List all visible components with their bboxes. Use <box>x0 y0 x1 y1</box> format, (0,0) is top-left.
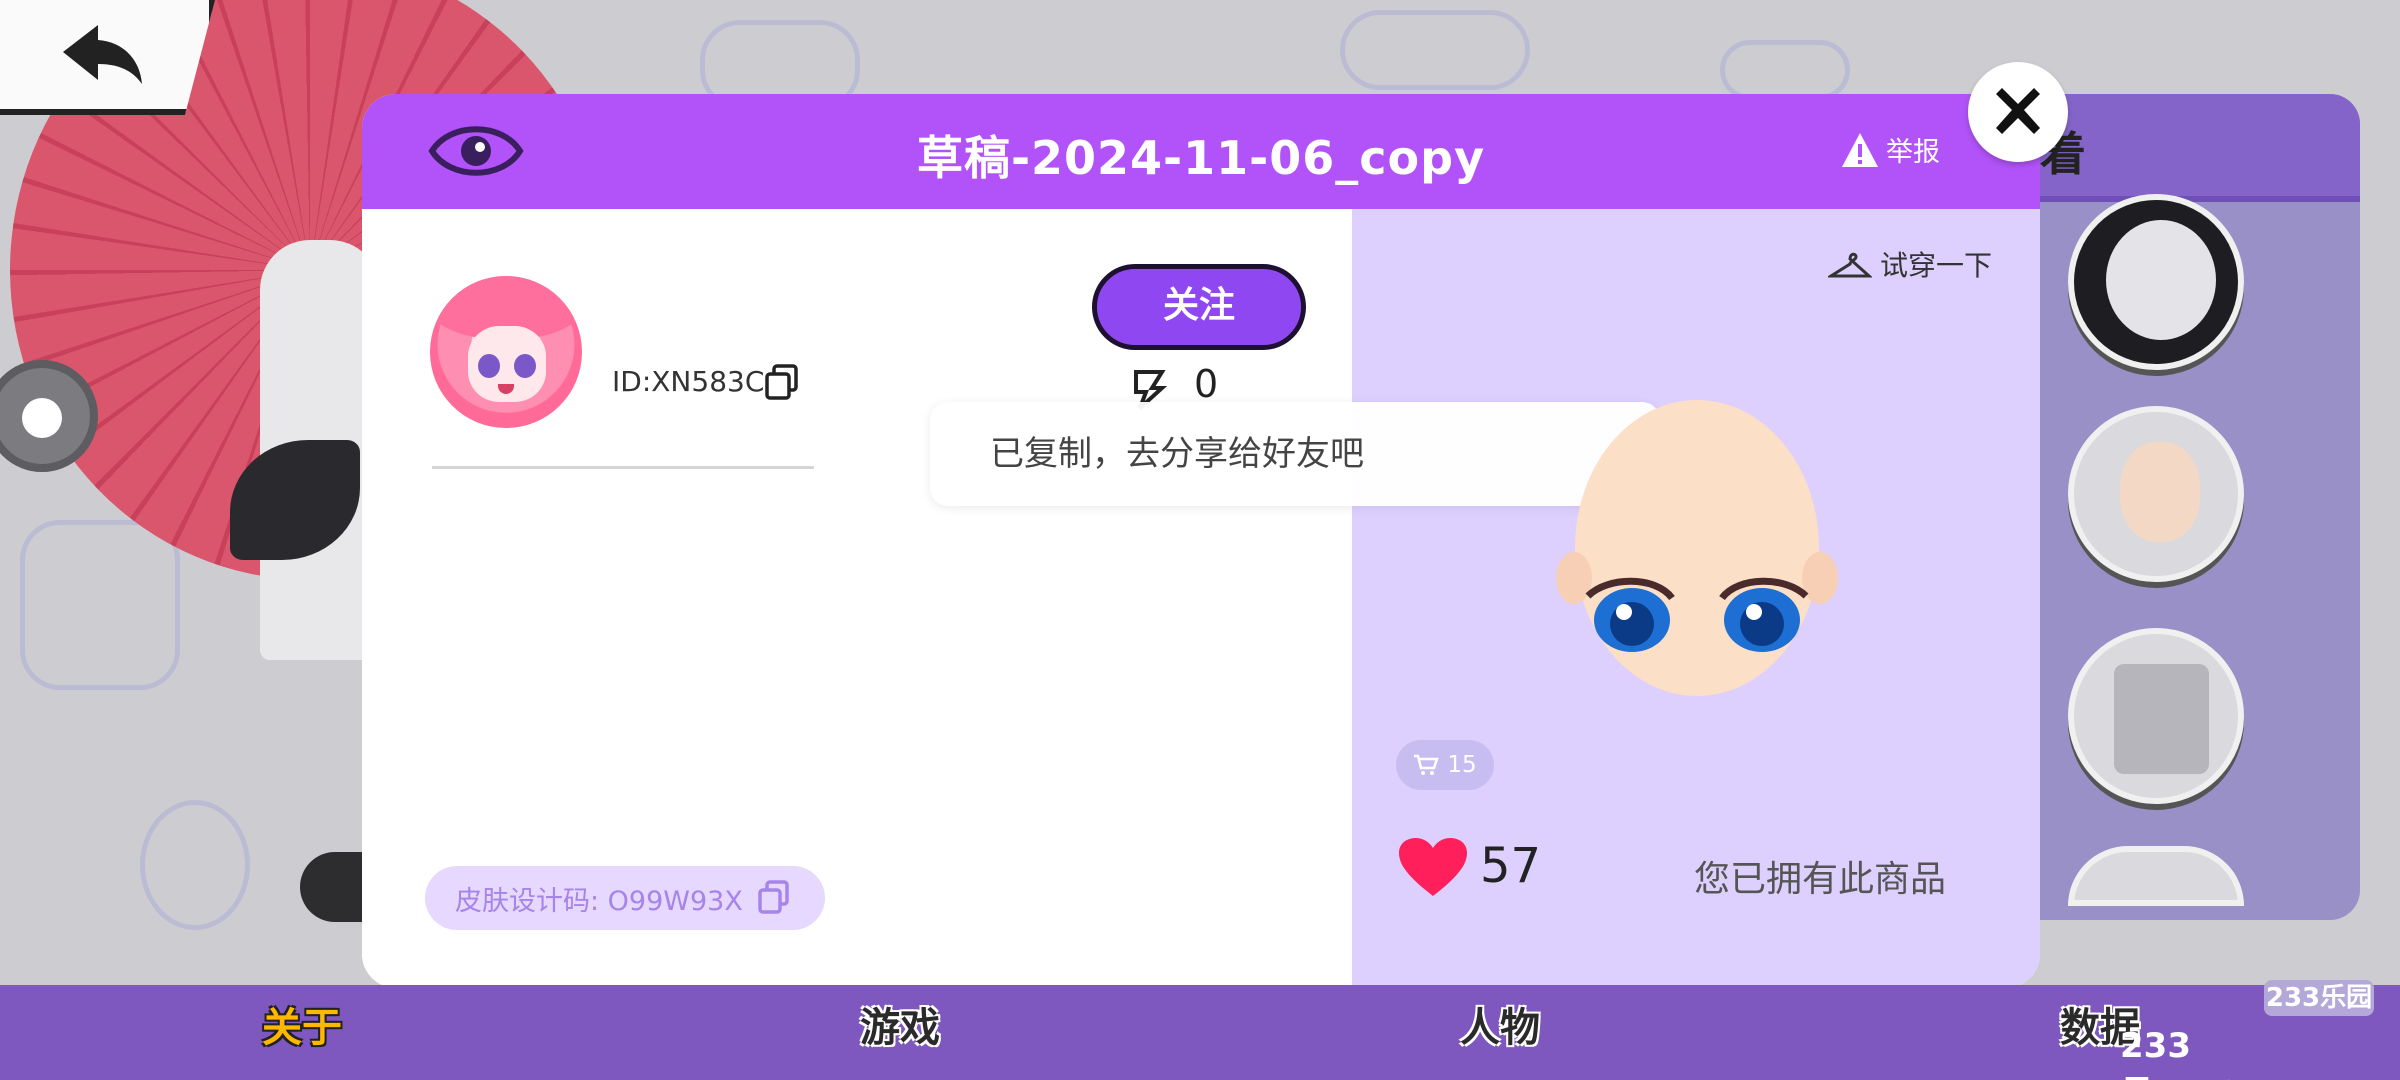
back-arrow-icon <box>63 25 142 84</box>
skin-code-text: 皮肤设计码: O99W93X <box>455 885 743 917</box>
cart-icon <box>1414 754 1440 775</box>
outfit-thumb-top[interactable] <box>2068 628 2244 804</box>
modal-title: 草稿-2024-11-06_copy <box>916 131 1486 185</box>
divider <box>432 466 814 469</box>
report-label: 举报 <box>1886 137 1940 168</box>
watermark-id: 233号:316811970 <box>2120 1026 2381 1080</box>
cart-count: 15 <box>1447 752 1477 778</box>
modal-header: 草稿-2024-11-06_copy 举报 <box>362 94 2040 209</box>
skin-design-code[interactable]: 皮肤设计码: O99W93X <box>425 866 825 930</box>
try-on-label: 试穿一下 <box>1880 249 1993 282</box>
doodle <box>1340 10 1530 90</box>
warning-icon <box>1842 132 1878 167</box>
doodle <box>20 520 180 690</box>
copy-icon[interactable] <box>764 364 800 402</box>
owned-status: 您已拥有此商品 <box>1694 859 1947 900</box>
try-on-button[interactable]: 试穿一下 <box>1828 244 1992 284</box>
creator-id: ID:XN583C <box>612 365 765 398</box>
tab-games[interactable]: 游戏 <box>860 995 940 1053</box>
like-count: 57 <box>1480 838 1542 894</box>
tab-about[interactable]: 关于 <box>262 995 342 1053</box>
back-button[interactable] <box>0 0 215 115</box>
creator-avatar[interactable] <box>430 276 582 428</box>
watermark-logo: 233乐园 <box>2264 980 2374 1016</box>
close-button[interactable] <box>1968 62 2068 162</box>
hanger-icon <box>1828 252 1872 278</box>
purchase-count-badge: 15 <box>1396 740 1494 790</box>
outfit-thumb-hair[interactable] <box>2068 194 2244 370</box>
item-preview-face <box>1556 400 1838 696</box>
copy-icon[interactable] <box>757 880 791 916</box>
bottom-tab-bar: 关于 游戏 人物 数据 <box>0 985 2400 1080</box>
heart-icon[interactable] <box>1397 836 1469 898</box>
follow-button[interactable]: 关注 <box>1092 264 1306 350</box>
copied-toast: 已复制，去分享给好友吧 <box>930 402 1660 506</box>
doodle <box>1720 40 1850 100</box>
tab-characters[interactable]: 人物 <box>1460 995 1540 1053</box>
follow-count: 0 <box>1194 362 1219 406</box>
close-icon <box>1996 88 2040 134</box>
report-button[interactable]: 举报 <box>1840 130 1940 169</box>
outfit-thumb-face[interactable] <box>2068 406 2244 582</box>
doodle <box>140 800 250 930</box>
